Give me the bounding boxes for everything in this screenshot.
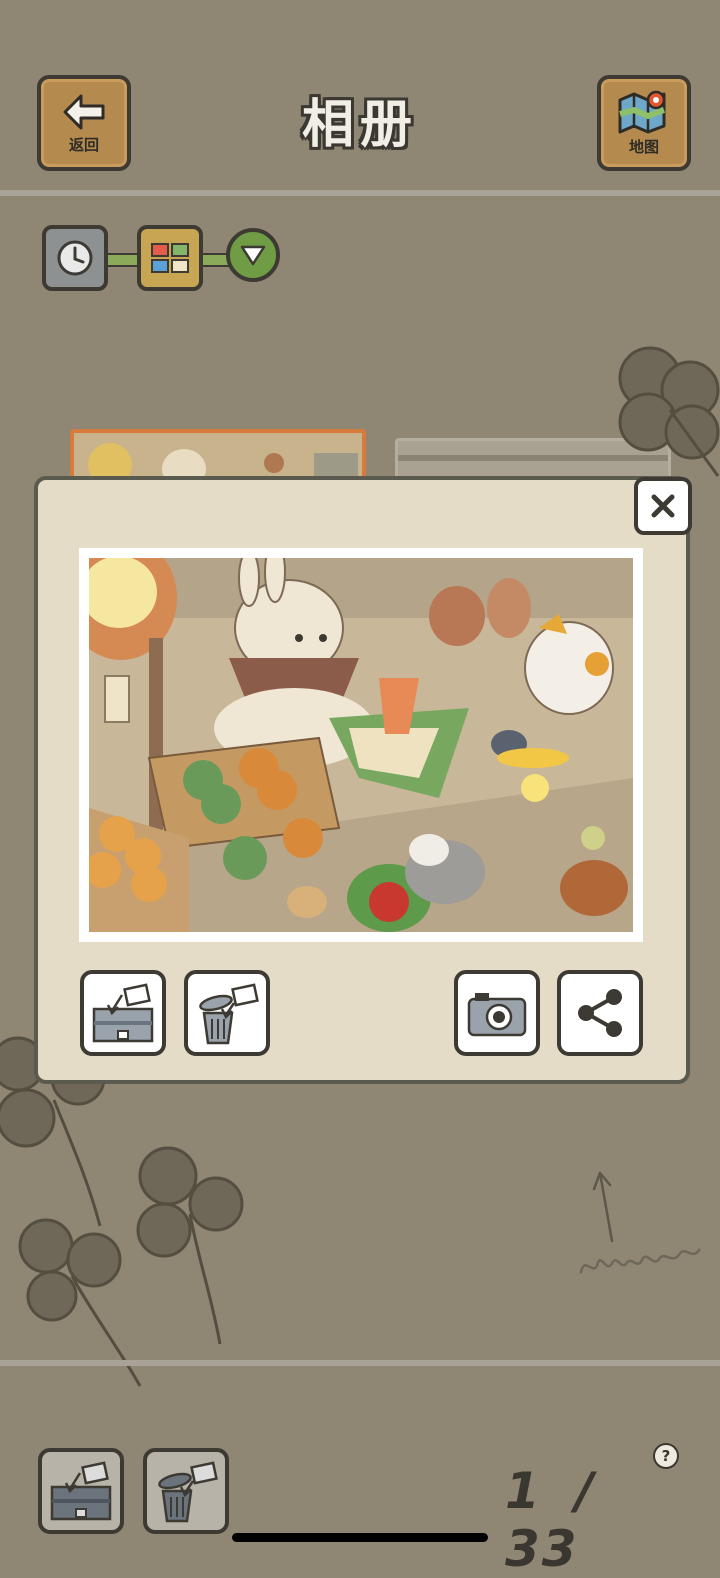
save-to-box-icon (92, 983, 154, 1043)
map-label: 地图 (628, 137, 659, 156)
map-icon (618, 90, 666, 133)
page-current: 1 (505, 1462, 542, 1520)
arrow-sketch-decoration (592, 1171, 614, 1243)
delete-photo-button[interactable] (184, 970, 270, 1056)
trash-icon (158, 1461, 218, 1523)
sort-by-time-button[interactable] (42, 225, 108, 291)
sort-dropdown-button[interactable] (226, 228, 280, 282)
page-total: 33 (505, 1520, 579, 1578)
save-to-box-icon (50, 1461, 112, 1521)
close-icon (651, 494, 675, 518)
page-counter: 1 / 33 (505, 1462, 675, 1578)
clover-decoration (618, 346, 720, 477)
bulk-save-to-box-button[interactable] (38, 1448, 124, 1534)
dropdown-icon (240, 245, 266, 266)
grid-icon (151, 243, 189, 273)
share-icon (578, 989, 622, 1037)
photo-frame (79, 548, 643, 942)
bulk-delete-button[interactable] (143, 1448, 229, 1534)
photo-image[interactable] (89, 558, 633, 932)
camera-icon (467, 993, 527, 1037)
help-icon[interactable]: ? (653, 1443, 679, 1469)
time-icon (57, 240, 93, 276)
footer-divider (0, 1360, 720, 1366)
grid-view-button[interactable] (137, 225, 203, 291)
home-indicator[interactable] (232, 1533, 488, 1542)
close-button[interactable] (634, 477, 692, 535)
trash-icon (199, 983, 259, 1045)
save-to-box-button[interactable] (80, 970, 166, 1056)
camera-button[interactable] (454, 970, 540, 1056)
share-button[interactable] (557, 970, 643, 1056)
header-divider (0, 190, 720, 196)
map-button[interactable]: 地图 (597, 75, 691, 171)
page-separator: / (575, 1462, 596, 1520)
